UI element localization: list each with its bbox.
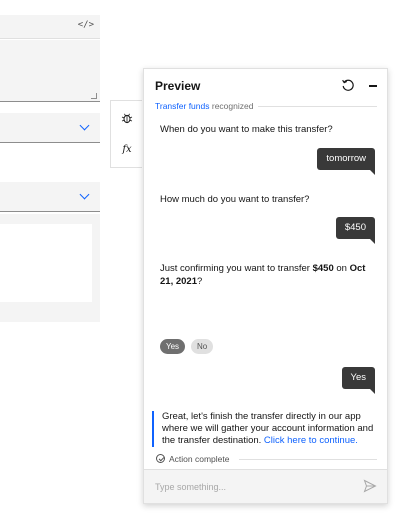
confirm-amount: $450 bbox=[312, 263, 334, 274]
option-no-button[interactable]: No bbox=[191, 339, 214, 354]
confirm-text: on bbox=[333, 263, 350, 274]
continue-link[interactable]: Click here to continue. bbox=[264, 435, 358, 446]
chevron-down-icon bbox=[79, 120, 90, 131]
step-editor-panel: </> bbox=[0, 0, 100, 514]
option-yes-button[interactable]: Yes bbox=[160, 339, 186, 354]
confirm-text: ? bbox=[196, 276, 203, 287]
divider bbox=[239, 459, 377, 460]
preview-panel: Preview Transfer funds recognized When d… bbox=[143, 68, 388, 504]
send-icon[interactable] bbox=[363, 479, 377, 493]
bug-icon bbox=[121, 113, 133, 124]
condition-section bbox=[0, 214, 100, 322]
response-textarea[interactable] bbox=[0, 40, 100, 102]
action-complete-status: Action complete bbox=[156, 454, 229, 464]
preview-title: Preview bbox=[155, 79, 201, 93]
code-icon[interactable]: </> bbox=[78, 20, 94, 30]
response-type-dropdown[interactable] bbox=[0, 113, 100, 143]
recognized-action-link[interactable]: Transfer funds bbox=[155, 101, 210, 111]
bot-message: When do you want to make this transfer? bbox=[160, 124, 333, 135]
chat-transcript[interactable]: Transfer funds recognized When do you wa… bbox=[144, 101, 387, 469]
divider bbox=[258, 106, 377, 107]
code-toolbar: </> bbox=[0, 15, 100, 39]
user-message: Yes bbox=[341, 367, 375, 394]
bot-confirm-message: Just confirming you want to transfer $45… bbox=[160, 262, 375, 288]
resize-handle-icon[interactable] bbox=[91, 93, 97, 99]
preview-header: Preview bbox=[144, 69, 387, 101]
next-step-dropdown[interactable] bbox=[0, 182, 100, 212]
action-complete-label: Action complete bbox=[169, 454, 230, 464]
user-message: $450 bbox=[335, 217, 376, 244]
function-button[interactable]: fx bbox=[111, 135, 143, 165]
preview-tools: fx bbox=[110, 100, 142, 168]
restart-icon[interactable] bbox=[341, 78, 355, 92]
condition-field[interactable] bbox=[0, 224, 92, 302]
chevron-down-icon bbox=[79, 189, 90, 200]
minimize-icon[interactable] bbox=[369, 85, 377, 87]
user-message: tomorrow bbox=[317, 148, 375, 175]
recognized-label: recognized bbox=[211, 101, 254, 111]
confirm-text: Just confirming you want to transfer bbox=[160, 263, 313, 274]
chat-input[interactable] bbox=[155, 479, 345, 495]
checkmark-circle-icon bbox=[156, 454, 165, 463]
bot-message: How much do you want to transfer? bbox=[160, 194, 310, 205]
chat-input-bar bbox=[144, 469, 387, 503]
debug-button[interactable] bbox=[111, 103, 143, 133]
bot-final-message: Great, let's finish the transfer directl… bbox=[152, 411, 375, 447]
action-recognized-note: Transfer funds recognized bbox=[155, 101, 253, 111]
function-icon: fx bbox=[122, 144, 132, 155]
